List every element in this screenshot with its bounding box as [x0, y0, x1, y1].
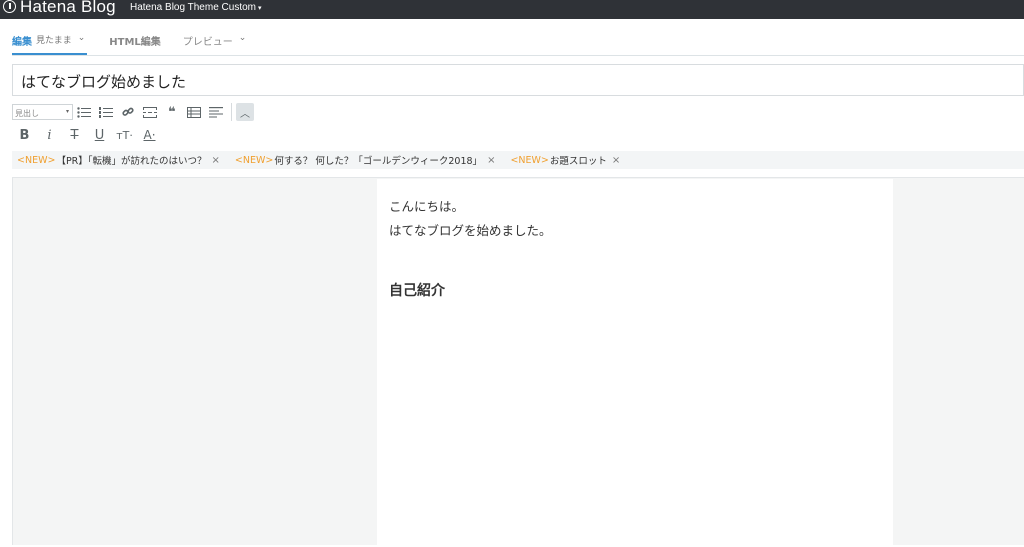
blog-name-label: Hatena Blog Theme Custom — [130, 2, 256, 13]
section-heading: 自己紹介 — [389, 283, 445, 299]
heading-select[interactable]: 見出し ▾ — [12, 104, 73, 120]
font-size-button[interactable]: тT· — [112, 126, 137, 144]
tab-label: HTML編集 — [109, 37, 161, 48]
topic-item[interactable]: <NEW> お題スロット × — [510, 153, 620, 168]
chevron-down-icon[interactable]: ⌄ — [239, 33, 247, 43]
strikethrough-button[interactable]: T — [62, 126, 87, 144]
paragraph: こんにちは。 — [389, 199, 465, 214]
collapse-toolbar-button[interactable]: ︿ — [236, 103, 254, 121]
italic-button[interactable]: i — [37, 126, 62, 144]
chevron-up-icon: ︿ — [240, 108, 250, 120]
close-icon[interactable]: × — [212, 155, 220, 166]
hatena-logo-icon — [3, 0, 16, 13]
caret-down-icon: ▾ — [258, 4, 262, 12]
topic-suggestions-bar: <NEW> 【PR】「転機」が訪れたのはいつ？ × <NEW> 何する？ 何した… — [12, 151, 1024, 169]
tab-sublabel: 見たまま — [36, 36, 72, 46]
quote-button[interactable]: ❝ — [161, 103, 183, 121]
topic-item[interactable]: <NEW> 【PR】「転機」が訪れたのはいつ？ × — [17, 153, 220, 168]
chevron-down-icon[interactable]: ⌄ — [78, 33, 86, 43]
top-bar: Hatena Blog Hatena Blog Theme Custom ▾ — [0, 0, 1024, 19]
toolbar-separator — [231, 103, 232, 121]
underline-button[interactable]: U — [87, 126, 112, 144]
table-of-contents-icon — [209, 106, 223, 117]
topic-item[interactable]: <NEW> 何する？ 何した？「ゴールデンウィーク2018」 × — [234, 153, 496, 168]
tab-preview[interactable]: プレビュー ⌄ — [183, 33, 247, 55]
numbered-list-button[interactable] — [95, 103, 117, 121]
tab-html-edit[interactable]: HTML編集 — [109, 33, 161, 55]
tab-label: 編集 — [12, 37, 32, 48]
close-icon[interactable]: × — [487, 155, 495, 166]
bulleted-list-button[interactable] — [73, 103, 95, 121]
quote-icon: ❝ — [168, 104, 176, 120]
new-badge: <NEW> — [510, 154, 549, 166]
table-button[interactable] — [183, 103, 205, 121]
close-icon[interactable]: × — [612, 155, 620, 166]
topic-label[interactable]: 何する？ 何した？「ゴールデンウィーク2018」 — [274, 153, 482, 167]
title-input[interactable]: はてなブログ始めました — [12, 64, 1024, 96]
editor-toolbar-primary: 見出し ▾ ❝ ︿ — [12, 103, 254, 121]
editor-area: こんにちは。 はてなブログを始めました。 自己紹介 — [12, 177, 1024, 547]
topic-label[interactable]: 【PR】「転機」が訪れたのはいつ？ — [56, 153, 206, 167]
paragraph: はてなブログを始めました。 — [389, 223, 552, 238]
link-icon — [122, 107, 134, 116]
editor-toolbar-formatting: B i T U тT· A· — [12, 126, 162, 144]
more-break-button[interactable] — [139, 103, 161, 121]
tabs-divider — [12, 55, 1024, 56]
table-of-contents-button[interactable] — [205, 103, 227, 121]
bulleted-list-icon — [77, 106, 91, 118]
topic-label[interactable]: お題スロット — [550, 153, 607, 167]
editor-content[interactable]: こんにちは。 はてなブログを始めました。 自己紹介 — [377, 179, 893, 547]
numbered-list-icon — [99, 106, 113, 118]
editor-mode-tabs: 編集 見たまま ⌄ HTML編集 プレビュー ⌄ — [12, 33, 268, 55]
hatena-blog-logo[interactable]: Hatena Blog — [3, 0, 116, 16]
caret-down-icon: ▾ — [65, 108, 69, 115]
bold-button[interactable]: B — [12, 126, 37, 144]
heading-select-value: 見出し — [15, 109, 39, 118]
new-badge: <NEW> — [234, 154, 274, 166]
tab-label: プレビュー — [182, 37, 233, 48]
new-badge: <NEW> — [17, 154, 56, 166]
text-color-button[interactable]: A· — [137, 126, 162, 144]
blog-switcher[interactable]: Hatena Blog Theme Custom ▾ — [130, 0, 262, 15]
logo-text: Hatena Blog — [20, 0, 116, 16]
link-button[interactable] — [117, 103, 139, 121]
table-icon — [187, 106, 201, 118]
tab-wysiwyg[interactable]: 編集 見たまま ⌄ — [12, 33, 88, 55]
more-break-icon — [143, 106, 157, 118]
